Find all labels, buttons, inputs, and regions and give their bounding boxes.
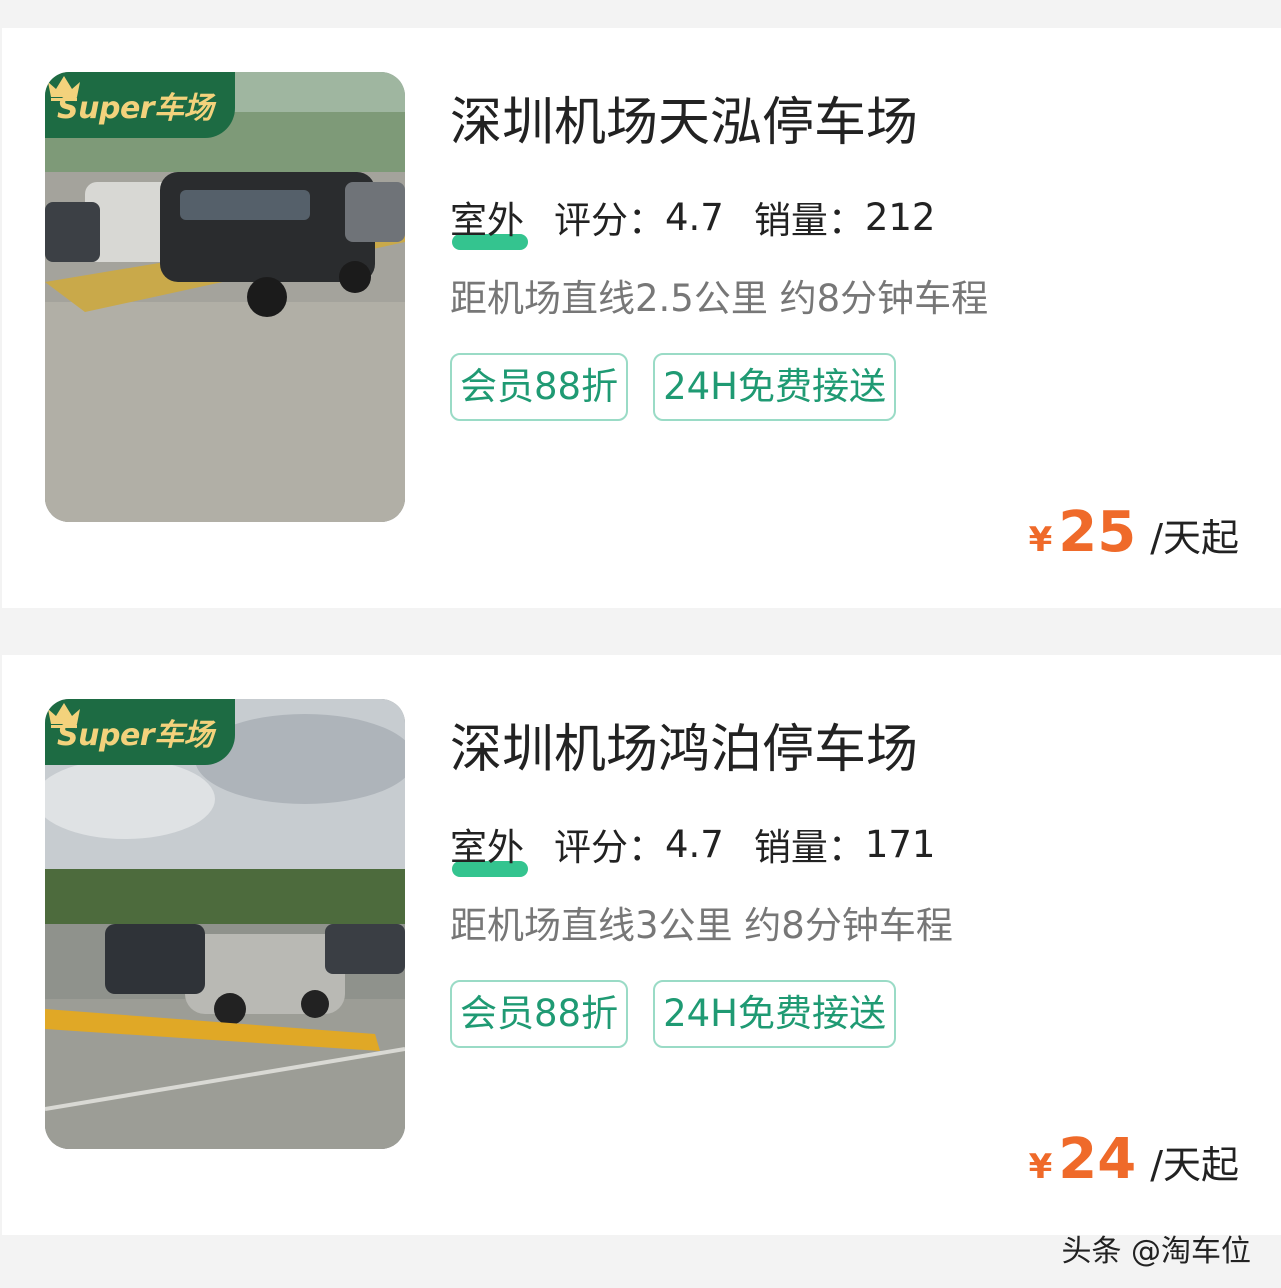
parking-lot-photo[interactable]: Super车场 (45, 699, 405, 1149)
rating-label: 评分： (554, 199, 665, 242)
parking-meta: 室外 评分： 4.7 销量： 212 (450, 190, 936, 250)
price-unit: /天起 (1150, 1143, 1239, 1187)
parking-type-tag: 室外 (450, 190, 528, 250)
tag-list: 会员88折 24H免费接送 (450, 980, 896, 1048)
super-parking-badge: Super车场 (45, 72, 236, 138)
shuttle-service-tag: 24H免费接送 (653, 353, 896, 421)
price-amount: 24 (1058, 1127, 1137, 1192)
parking-lot-photo[interactable]: Super车场 (45, 72, 405, 522)
crown-icon (48, 703, 80, 728)
crown-icon (48, 76, 80, 101)
distance-info: 距机场直线2.5公里 约8分钟车程 (450, 277, 989, 320)
parking-type-tag: 室外 (450, 817, 528, 877)
parking-name[interactable]: 深圳机场天泓停车场 (450, 80, 918, 155)
member-discount-tag: 会员88折 (450, 980, 629, 1048)
currency-symbol: ¥ (1028, 520, 1053, 560)
currency-symbol: ¥ (1028, 1147, 1053, 1187)
price-amount: 25 (1058, 500, 1137, 565)
parking-lot-photo-image (45, 699, 405, 1149)
rating-label: 评分： (554, 826, 665, 869)
rating-value: 4.7 (665, 822, 724, 866)
source-watermark: 头条 @淘车位 (1061, 1234, 1251, 1269)
shuttle-service-tag: 24H免费接送 (653, 980, 896, 1048)
parking-lot-photo-image (45, 72, 405, 522)
price: ¥ 24 /天起 (1029, 1127, 1239, 1192)
distance-info: 距机场直线3公里 约8分钟车程 (450, 904, 953, 947)
price: ¥ 25 /天起 (1029, 500, 1239, 565)
super-parking-badge: Super车场 (45, 699, 236, 765)
parking-listing-card[interactable]: Super车场 深圳机场鸿泊停车场 室外 评分： 4.7 销量： 171 距机场… (2, 655, 1281, 1235)
sales-value: 171 (864, 822, 936, 866)
sales-value: 212 (864, 195, 936, 239)
tag-list: 会员88折 24H免费接送 (450, 353, 896, 421)
sales-label: 销量： (753, 826, 865, 869)
parking-name[interactable]: 深圳机场鸿泊停车场 (450, 707, 918, 782)
parking-listing-card[interactable]: Super车场 深圳机场天泓停车场 室外 评分： 4.7 销量： 212 距机场… (2, 28, 1281, 608)
rating-value: 4.7 (665, 195, 724, 239)
price-unit: /天起 (1150, 516, 1239, 560)
parking-meta: 室外 评分： 4.7 销量： 171 (450, 817, 936, 877)
sales-label: 销量： (753, 199, 865, 242)
member-discount-tag: 会员88折 (450, 353, 629, 421)
